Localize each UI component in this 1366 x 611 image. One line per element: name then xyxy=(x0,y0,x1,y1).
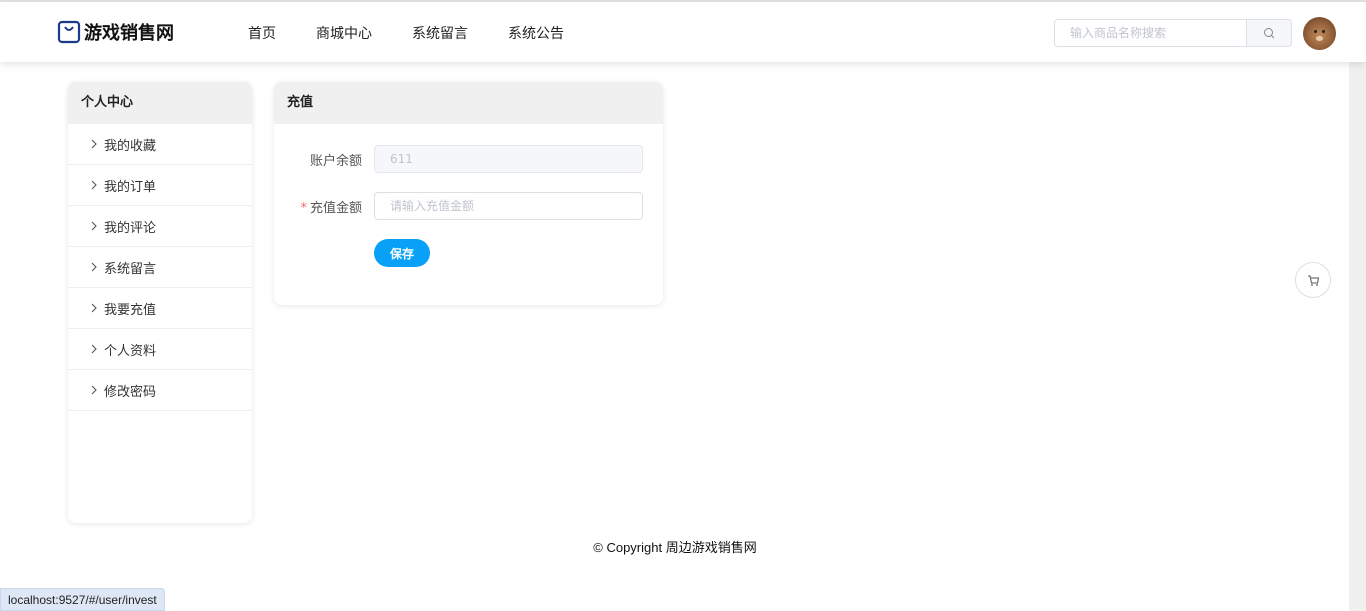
search-icon xyxy=(1264,28,1275,39)
save-button[interactable]: 保存 xyxy=(374,239,430,267)
chevron-right-icon xyxy=(91,303,97,313)
logo[interactable]: 游戏销售网 xyxy=(57,19,174,45)
sidebar-item-label: 个人资料 xyxy=(104,343,157,359)
shopping-bag-icon xyxy=(57,20,81,44)
chevron-right-icon xyxy=(91,262,97,272)
sidebar-item[interactable]: 系统留言 xyxy=(68,247,252,288)
sidebar-item[interactable]: 我的评论 xyxy=(68,206,252,247)
required-mark: * xyxy=(300,200,307,216)
status-bar-url: localhost:9527/#/user/invest xyxy=(0,588,165,611)
nav-messages[interactable]: 系统留言 xyxy=(412,23,468,43)
amount-label: * 充值金额 xyxy=(274,197,374,216)
chevron-right-icon xyxy=(91,139,97,149)
cart-button[interactable] xyxy=(1295,262,1331,298)
sidebar-item-label: 系统留言 xyxy=(104,261,157,277)
site-name: 游戏销售网 xyxy=(84,23,174,44)
sidebar-item-label: 我的收藏 xyxy=(104,138,157,154)
nav-home[interactable]: 首页 xyxy=(248,23,276,43)
chevron-right-icon xyxy=(91,385,97,395)
chevron-right-icon xyxy=(91,221,97,231)
nav-mall[interactable]: 商城中心 xyxy=(316,23,372,43)
search-button[interactable] xyxy=(1246,20,1291,46)
search-box xyxy=(1054,19,1292,47)
main-nav: 首页 商城中心 系统留言 系统公告 xyxy=(248,23,604,43)
sidebar-item[interactable]: 我的收藏 xyxy=(68,124,252,165)
nav-announcements[interactable]: 系统公告 xyxy=(508,23,564,43)
sidebar-item[interactable]: 修改密码 xyxy=(68,370,252,411)
sidebar-item[interactable]: 我的订单 xyxy=(68,165,252,206)
amount-input[interactable] xyxy=(374,192,643,220)
balance-field xyxy=(374,145,643,173)
recharge-card: 充值 账户余额 *充值金额 保存 xyxy=(274,82,663,305)
sidebar-item-label: 我的评论 xyxy=(104,220,157,236)
sidebar-item-label: 我的订单 xyxy=(104,179,157,195)
sidebar-item-label: 我要充值 xyxy=(104,302,157,318)
shopping-cart-icon xyxy=(1307,275,1319,286)
scrollbar[interactable] xyxy=(1349,62,1366,611)
amount-label-text: 充值金额 xyxy=(309,200,362,216)
balance-label: 账户余额 xyxy=(309,153,362,169)
header: 游戏销售网 首页 商城中心 系统留言 系统公告 xyxy=(0,2,1366,62)
sidebar-title: 个人中心 xyxy=(68,82,252,124)
sidebar-item[interactable]: 我要充值 xyxy=(68,288,252,329)
sidebar-item[interactable]: 个人资料 xyxy=(68,329,252,370)
search-input[interactable] xyxy=(1055,20,1246,46)
chevron-right-icon xyxy=(91,344,97,354)
chevron-right-icon xyxy=(91,180,97,190)
sidebar: 个人中心 我的收藏我的订单我的评论系统留言我要充值个人资料修改密码 xyxy=(68,82,252,523)
footer-copyright: © Copyright 周边游戏销售网 xyxy=(593,540,757,555)
sidebar-item-label: 修改密码 xyxy=(104,384,157,400)
avatar[interactable] xyxy=(1303,17,1336,50)
recharge-title: 充值 xyxy=(274,82,663,124)
